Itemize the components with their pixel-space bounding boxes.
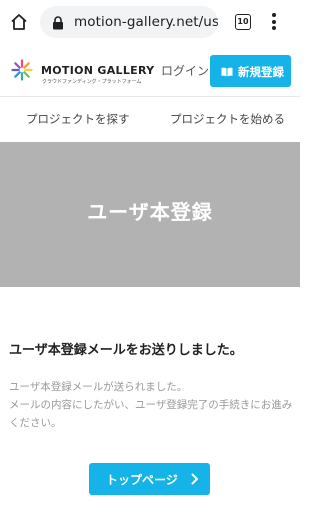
address-bar[interactable]: motion-gallery.net/user [40, 6, 218, 38]
nav-find-projects[interactable]: プロジェクトを探す [26, 111, 130, 127]
hero-banner: ユーザ本登録 [0, 142, 300, 287]
logo-icon[interactable] [11, 59, 33, 81]
login-link[interactable]: ログイン [161, 62, 209, 79]
chevron-right-icon [191, 473, 199, 485]
sub-nav: プロジェクトを探す プロジェクトを始める [0, 97, 300, 142]
confirmation-heading: ユーザ本登録メールをお送りしました。 [9, 343, 243, 358]
more-vert-icon[interactable] [271, 13, 277, 31]
browser-toolbar: motion-gallery.net/user 10 [0, 0, 300, 47]
lock-icon [52, 15, 64, 30]
page-title: ユーザ本登録 [87, 200, 213, 224]
top-page-button[interactable]: トップページ [89, 463, 210, 495]
register-button-label: 新規登録 [238, 65, 284, 79]
nav-start-project[interactable]: プロジェクトを始める [170, 111, 285, 127]
home-icon[interactable] [9, 12, 29, 32]
logo-text[interactable]: MOTION GALLERY [41, 64, 154, 77]
book-icon [221, 66, 233, 77]
message-line-1: ユーザ本登録メールが送られました。 [9, 381, 188, 393]
message-line-2: メールの内容にしたがい、ユーザ登録完了の手続きにお進みください。 [9, 399, 293, 429]
url-text: motion-gallery.net/user [74, 14, 218, 30]
logo-subtitle: クラウドファンディング・プラットフォーム [42, 79, 142, 85]
register-button[interactable]: 新規登録 [210, 55, 291, 87]
top-page-button-label: トップページ [106, 473, 178, 487]
site-header: MOTION GALLERY クラウドファンディング・プラットフォーム ログイン… [0, 46, 300, 97]
confirmation-message: ユーザ本登録メールが送られました。 メールの内容にしたがい、ユーザ登録完了の手続… [9, 378, 293, 432]
tabs-icon[interactable]: 10 [235, 14, 251, 30]
